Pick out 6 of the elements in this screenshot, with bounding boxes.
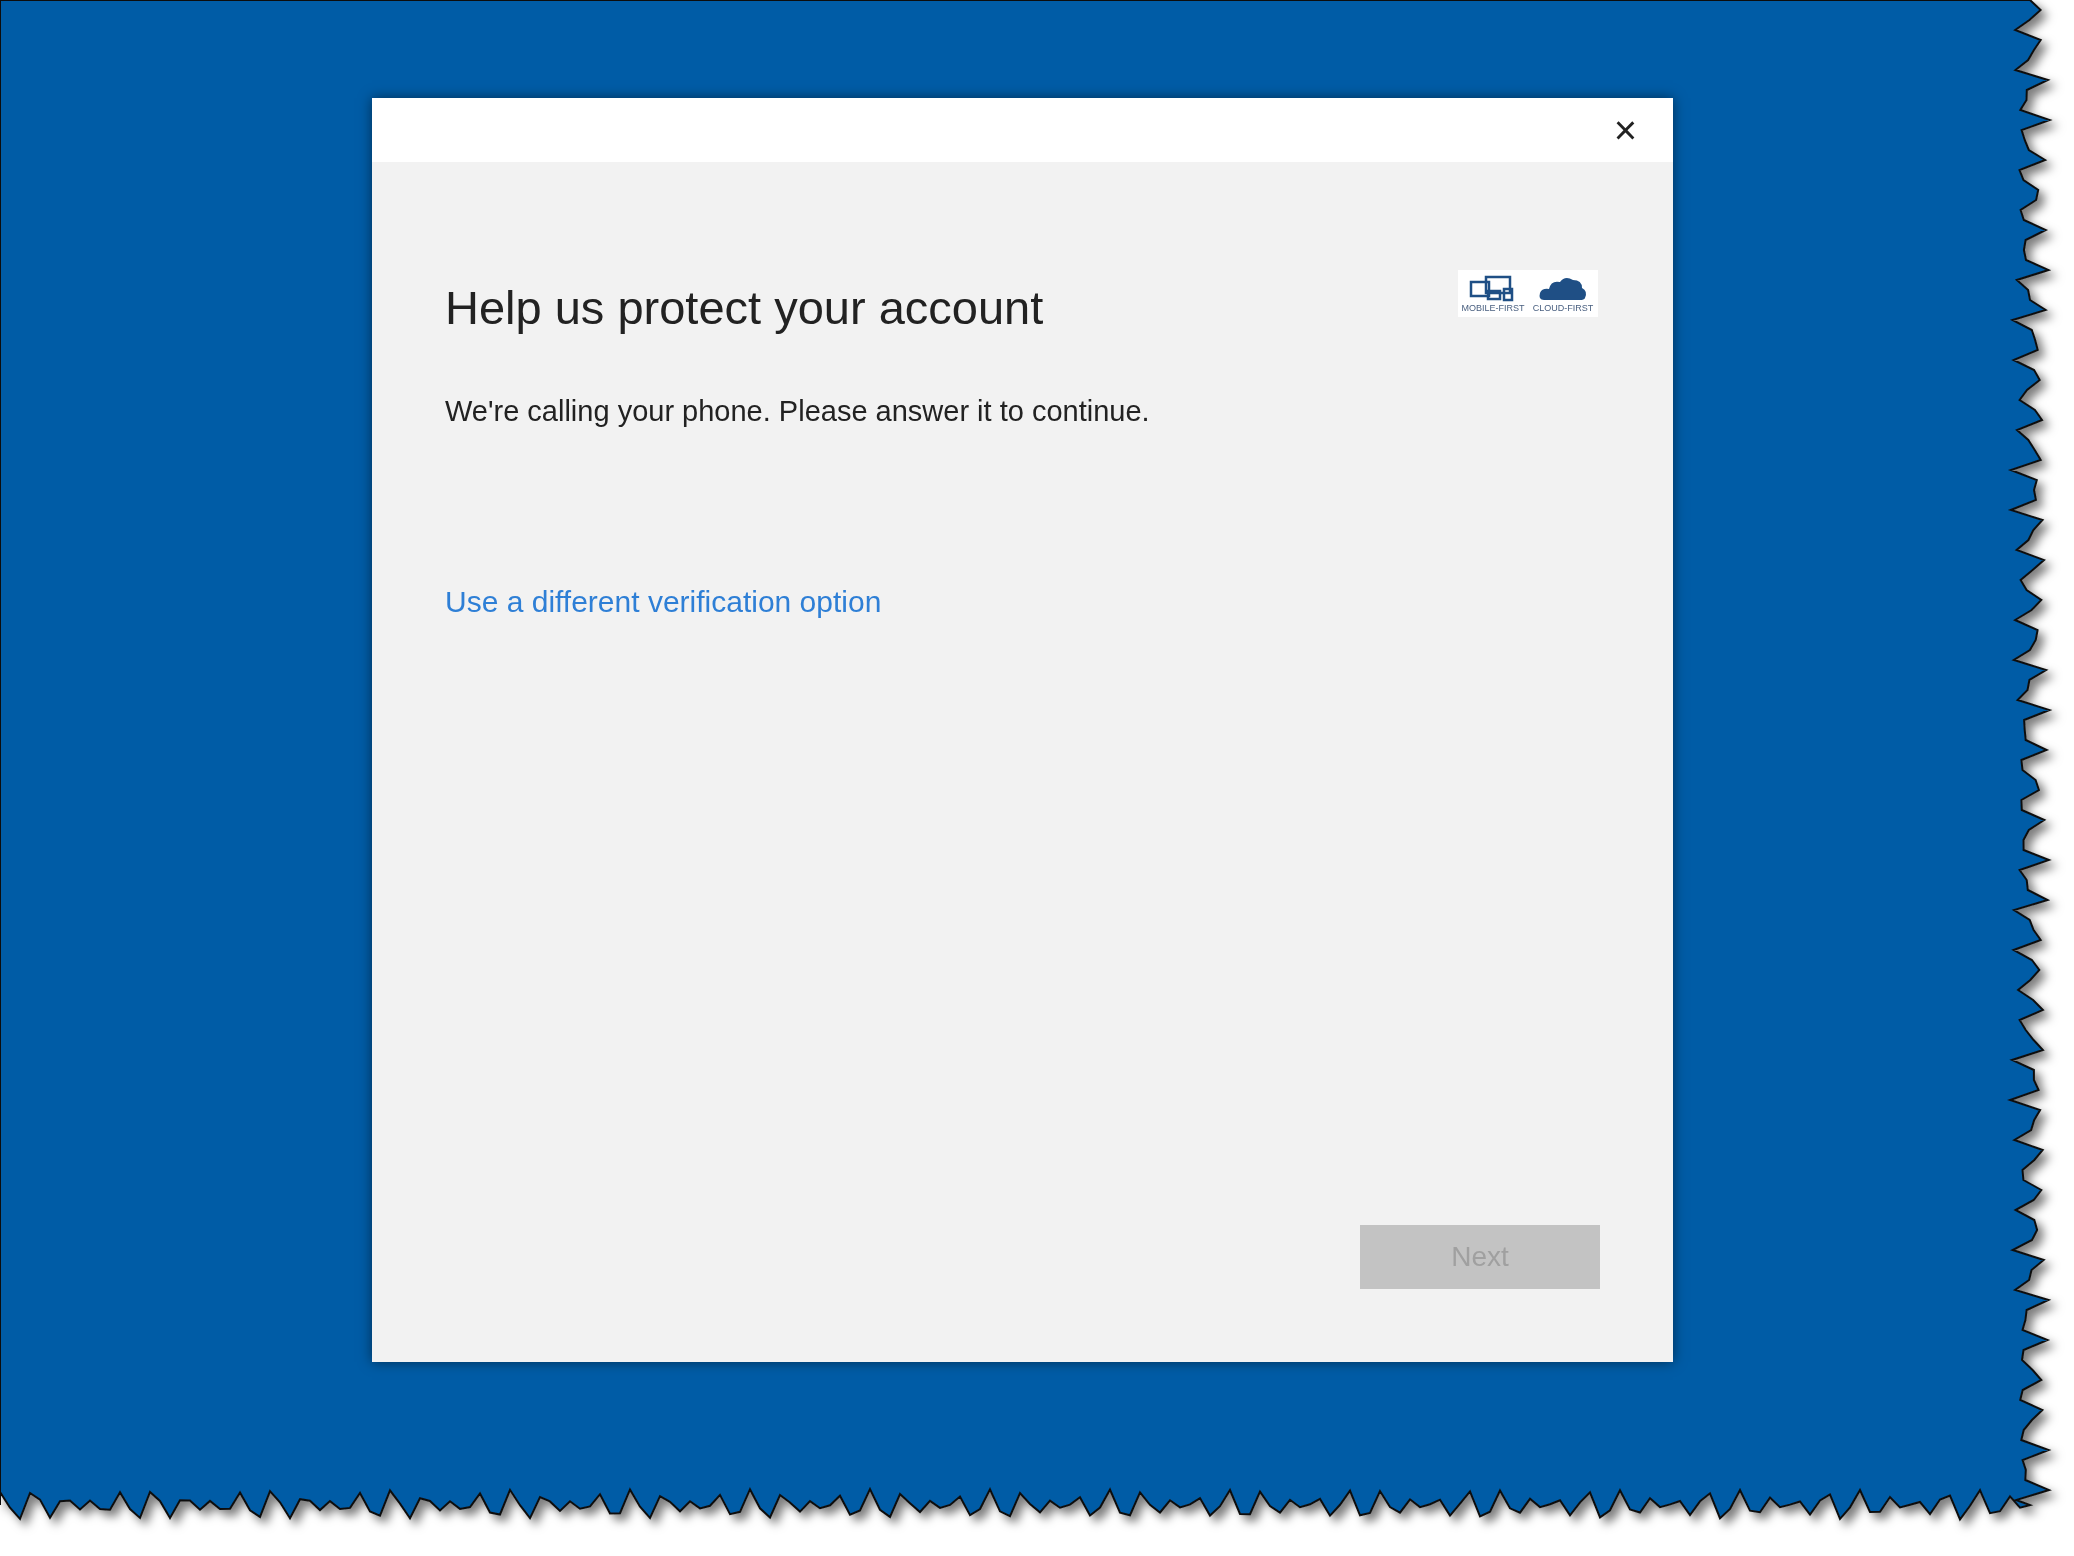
dialog-heading: Help us protect your account xyxy=(445,280,1044,336)
status-message: We're calling your phone. Please answer it to continue. xyxy=(445,393,1151,429)
logo-caption: CLOUD-FIRST xyxy=(1532,304,1594,313)
close-button[interactable]: × xyxy=(1605,110,1645,150)
verification-option-link[interactable]: Use a different verification option xyxy=(445,579,882,624)
logo-caption: MOBILE-FIRST xyxy=(1461,304,1525,313)
